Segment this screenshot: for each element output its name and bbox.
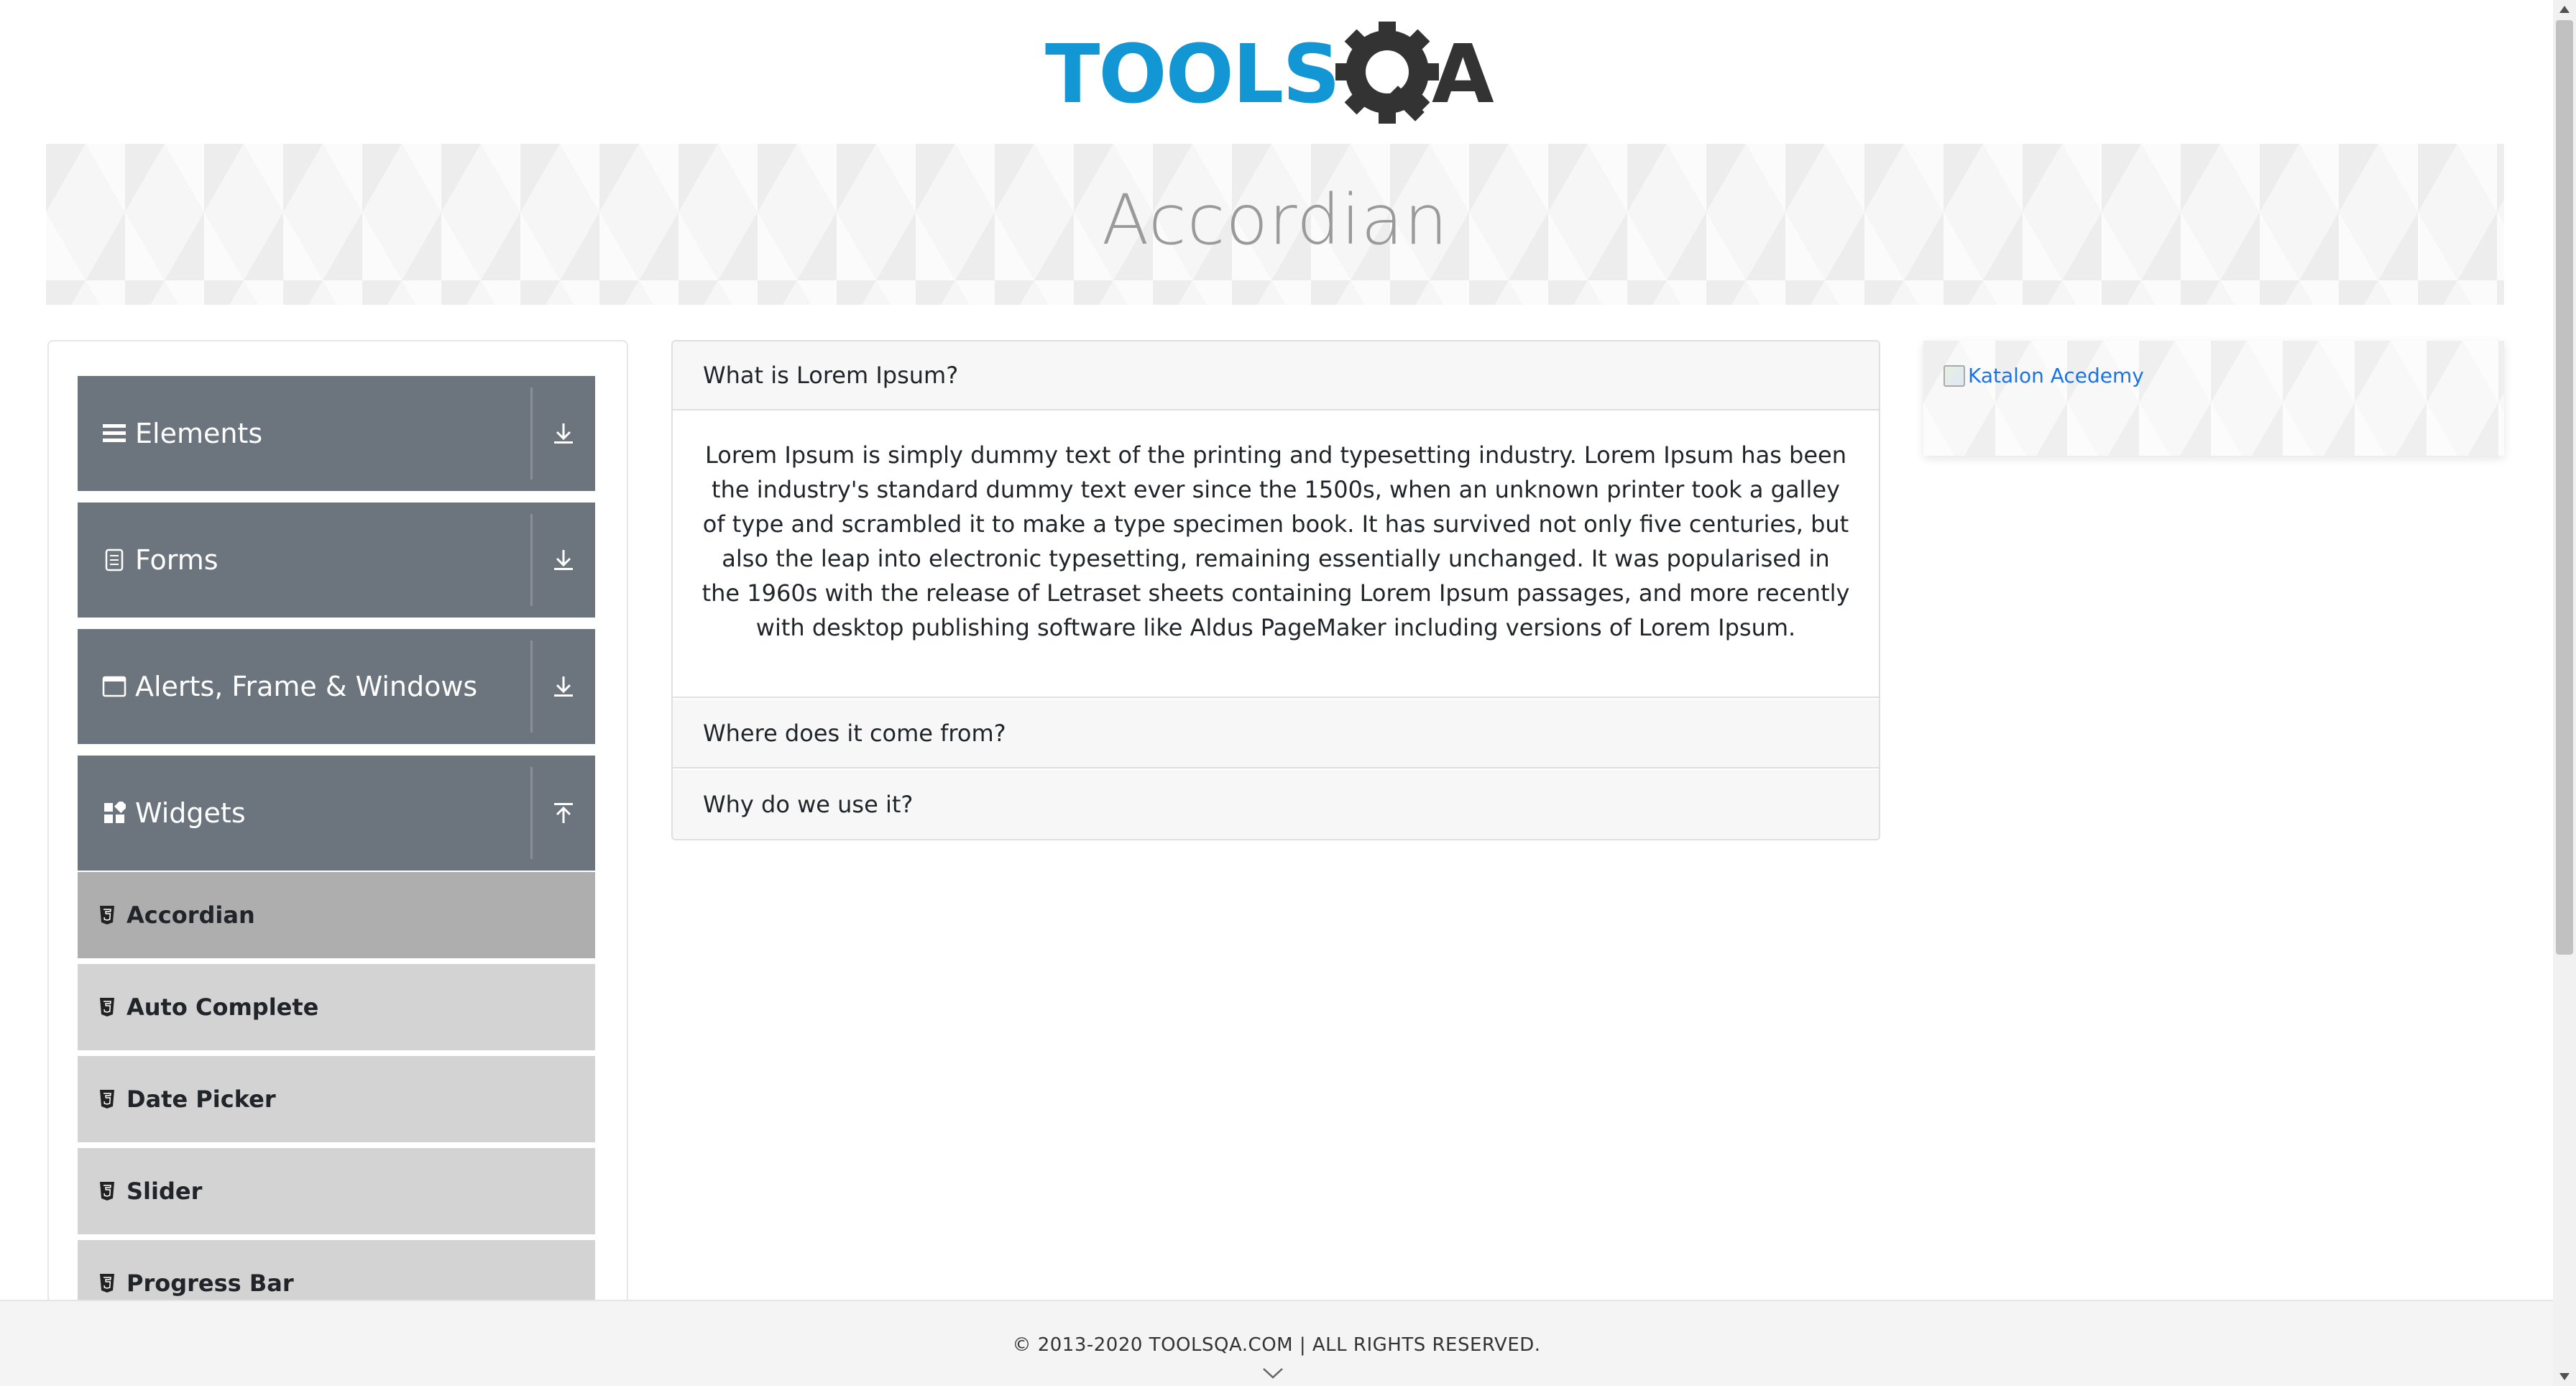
page-scrollbar[interactable] (2553, 0, 2576, 1386)
scroll-thumb[interactable] (2556, 20, 2573, 955)
html5-icon (99, 904, 116, 926)
scroll-up-arrow-icon[interactable] (2559, 4, 2570, 14)
group-label: Forms (135, 544, 218, 576)
window-icon (102, 674, 126, 699)
sidebar-item-slider[interactable]: Slider (78, 1148, 595, 1237)
accordion-header-section2[interactable]: Where does it come from? (673, 699, 1879, 768)
expand-arrow-icon[interactable] (532, 629, 595, 744)
sidebar-item-label: Auto Complete (126, 993, 319, 1021)
page-title: Accordian (1101, 180, 1449, 260)
collapse-arrow-icon[interactable] (532, 756, 595, 871)
logo-text-tools: TOOLS (1045, 28, 1339, 121)
ad-alt-text: Katalon Acedemy (1968, 364, 2144, 387)
gear-icon (1335, 20, 1439, 124)
sidebar-item-auto-complete[interactable]: Auto Complete (78, 964, 595, 1053)
logo-text-a: A (1432, 28, 1494, 121)
grid-icon (102, 801, 126, 825)
accordion-body-section1: Lorem Ipsum is simply dummy text of the … (673, 412, 1879, 698)
scroll-down-arrow-icon[interactable] (2559, 1372, 2570, 1382)
accordion: What is Lorem Ipsum? Lorem Ipsum is simp… (671, 340, 1880, 840)
sidebar-item-label: Accordian (126, 901, 255, 929)
sidebar-item-label: Slider (126, 1178, 203, 1205)
katalon-ad-link[interactable]: Katalon Acedemy (1944, 364, 2144, 387)
sidebar-item-date-picker[interactable]: Date Picker (78, 1056, 595, 1145)
ad-banner: Katalon Acedemy (1923, 341, 2504, 456)
html5-icon (99, 1088, 116, 1110)
sidebar-item-label: Date Picker (126, 1086, 276, 1113)
page-banner: Accordian (46, 144, 2504, 305)
expand-arrow-icon[interactable] (532, 502, 595, 618)
accordion-header-section1[interactable]: What is Lorem Ipsum? (673, 341, 1879, 410)
html5-icon (99, 1180, 116, 1202)
sidebar-item-accordian[interactable]: Accordian (78, 872, 595, 961)
group-header-elements[interactable]: Elements (78, 376, 595, 491)
html5-icon (99, 996, 116, 1018)
sidebar-menu: Elements Forms Alerts, Frame & Windows W… (47, 340, 628, 1303)
toolsqa-logo[interactable]: TOOLS A (1044, 20, 1511, 129)
group-label: Elements (135, 418, 263, 449)
expand-arrow-icon[interactable] (532, 376, 595, 491)
group-header-widgets[interactable]: Widgets (78, 756, 595, 871)
accordion-header-section3[interactable]: Why do we use it? (673, 770, 1879, 839)
list-icon (102, 421, 126, 446)
footer: © 2013-2020 TOOLSQA.COM | ALL RIGHTS RES… (0, 1300, 2553, 1386)
broken-image-icon (1944, 364, 1965, 387)
group-label: Widgets (135, 797, 246, 829)
footer-copyright: © 2013-2020 TOOLSQA.COM | ALL RIGHTS RES… (1012, 1334, 1541, 1356)
group-label: Alerts, Frame & Windows (135, 671, 478, 702)
chevron-down-icon[interactable] (1262, 1367, 1284, 1380)
sidebar-item-progress-bar[interactable]: Progress Bar (78, 1240, 595, 1302)
html5-icon (99, 1272, 116, 1294)
sidebar-item-label: Progress Bar (126, 1270, 294, 1297)
group-header-forms[interactable]: Forms (78, 502, 595, 618)
group-header-alerts[interactable]: Alerts, Frame & Windows (78, 629, 595, 744)
document-icon (102, 548, 126, 572)
